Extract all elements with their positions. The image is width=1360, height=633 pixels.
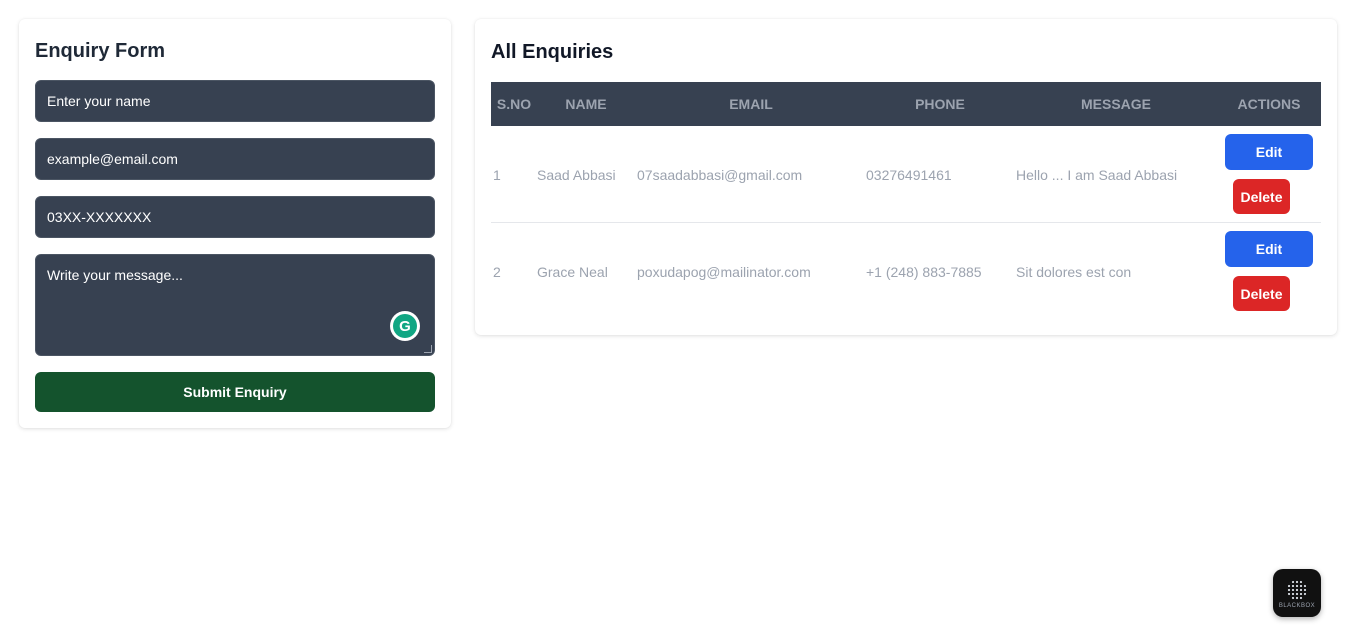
table-header: S.NO NAME EMAIL PHONE MESSAGE ACTIONS: [491, 82, 1321, 126]
list-title: All Enquiries: [491, 41, 614, 63]
cell-sno: 1: [493, 166, 501, 183]
cell-email: 07saadabbasi@gmail.com: [637, 166, 803, 183]
phone-input-placeholder: 03XX-XXXXXXX: [47, 209, 152, 225]
name-input-placeholder: Enter your name: [47, 93, 151, 109]
grammarly-g-glyph: G: [393, 314, 417, 338]
form-title: Enquiry Form: [35, 40, 166, 62]
email-input-placeholder: example@email.com: [47, 151, 178, 167]
column-header-phone: PHONE: [915, 96, 965, 112]
delete-button[interactable]: Delete: [1233, 179, 1290, 214]
email-input[interactable]: example@email.com: [35, 138, 435, 180]
message-textarea[interactable]: Write your message... G: [35, 254, 435, 356]
cell-phone: +1 (248) 883-7885: [866, 263, 982, 280]
delete-button[interactable]: Delete: [1233, 276, 1290, 311]
column-header-message: MESSAGE: [1080, 96, 1151, 112]
grammarly-icon[interactable]: G: [390, 311, 420, 341]
resize-handle[interactable]: [424, 345, 432, 353]
edit-button[interactable]: Edit: [1225, 231, 1313, 267]
blackbox-extension-button[interactable]: BLACKBOX: [1273, 569, 1321, 617]
blackbox-label: BLACKBOX: [1278, 602, 1316, 609]
cell-phone: 03276491461: [866, 166, 952, 183]
column-header-email: EMAIL: [729, 96, 773, 112]
submit-enquiry-button[interactable]: Submit Enquiry: [35, 372, 435, 412]
cell-name: Grace Neal: [537, 263, 608, 280]
message-textarea-placeholder: Write your message...: [47, 267, 183, 283]
enquiries-list-card: All Enquiries S.NO NAME EMAIL PHONE MESS…: [475, 19, 1337, 335]
column-header-sno: S.NO: [496, 96, 532, 112]
enquiry-form-card: Enquiry Form Enter your name example@ema…: [19, 19, 451, 428]
table-row: 2 Grace Neal poxudapog@mailinator.com +1…: [491, 223, 1321, 320]
cell-sno: 2: [493, 263, 501, 280]
cell-message: Hello ... I am Saad Abbasi: [1016, 166, 1178, 183]
cell-message: Sit dolores est con: [1016, 263, 1132, 280]
edit-button[interactable]: Edit: [1225, 134, 1313, 170]
table-row: 1 Saad Abbasi 07saadabbasi@gmail.com 032…: [491, 126, 1321, 223]
column-header-name: NAME: [565, 96, 607, 112]
cell-name: Saad Abbasi: [537, 166, 616, 183]
cell-email: poxudapog@mailinator.com: [637, 263, 811, 280]
blackbox-logo-icon: [1287, 579, 1307, 600]
column-header-actions: ACTIONS: [1237, 96, 1301, 112]
name-input[interactable]: Enter your name: [35, 80, 435, 122]
phone-input[interactable]: 03XX-XXXXXXX: [35, 196, 435, 238]
enquiries-table: S.NO NAME EMAIL PHONE MESSAGE ACTIONS 1 …: [491, 82, 1321, 320]
